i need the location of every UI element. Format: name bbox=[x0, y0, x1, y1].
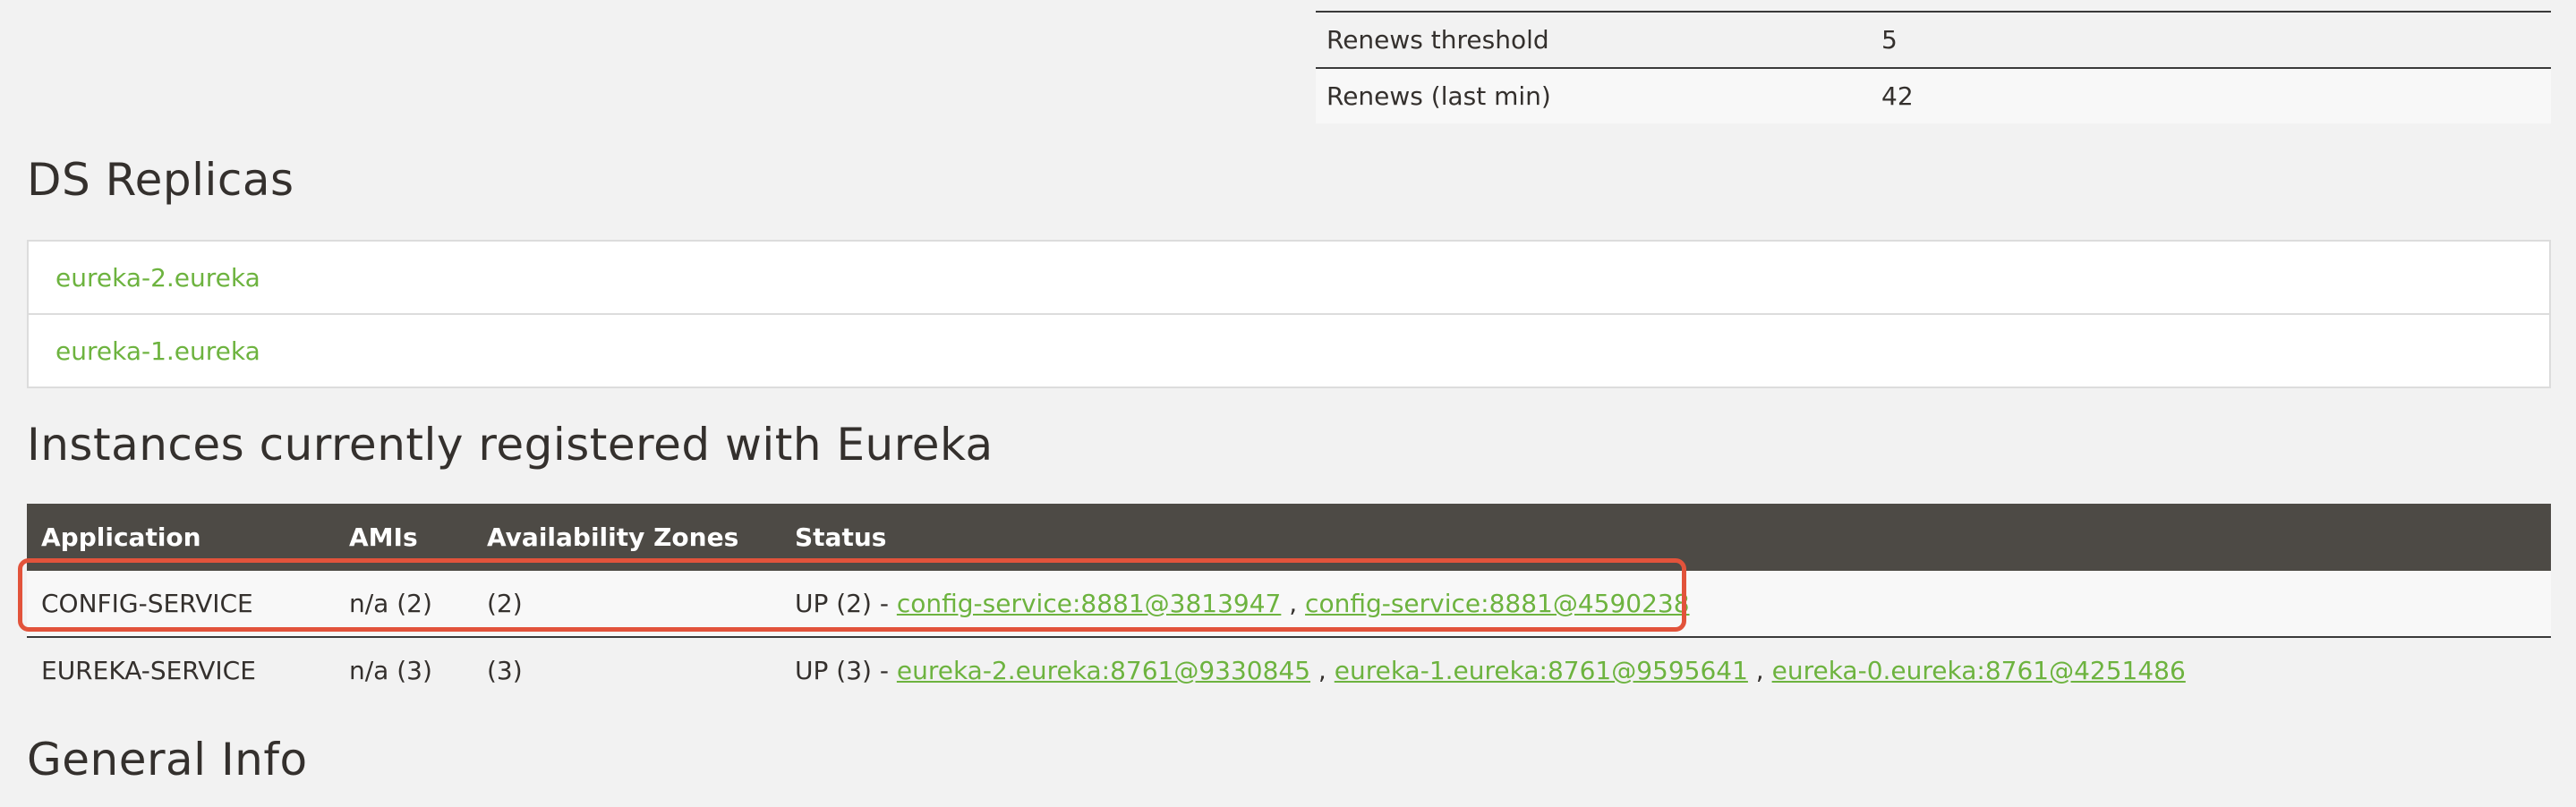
status-text: UP (2) - bbox=[795, 589, 897, 618]
ds-replicas-list: eureka-2.eureka eureka-1.eureka bbox=[27, 240, 2551, 388]
stats-row-renews-threshold: Renews threshold 5 bbox=[1316, 11, 2551, 67]
application-name: CONFIG-SERVICE bbox=[41, 589, 253, 618]
table-row: CONFIG-SERVICE n/a (2) (2) UP (2) - conf… bbox=[27, 571, 2551, 638]
zones-cell: (2) bbox=[487, 589, 523, 618]
table-header: Application AMIs Availability Zones Stat… bbox=[27, 504, 2551, 571]
application-name: EUREKA-SERVICE bbox=[41, 656, 256, 685]
amis-cell: n/a (3) bbox=[349, 656, 432, 685]
link-separator: , bbox=[1747, 656, 1772, 685]
instance-link[interactable]: eureka-0.eureka:8761@4251486 bbox=[1772, 656, 2186, 685]
instances-heading: Instances currently registered with Eure… bbox=[27, 419, 994, 471]
instance-link[interactable]: eureka-1.eureka:8761@9595641 bbox=[1335, 656, 1748, 685]
amis-cell: n/a (2) bbox=[349, 589, 432, 618]
replica-link[interactable]: eureka-1.eureka bbox=[29, 313, 2549, 387]
link-separator: , bbox=[1310, 656, 1335, 685]
stats-label: Renews (last min) bbox=[1326, 81, 1551, 111]
zones-cell: (3) bbox=[487, 656, 523, 685]
status-cell: UP (2) - config-service:8881@3813947 , c… bbox=[795, 589, 2551, 618]
column-header-zones: Availability Zones bbox=[487, 522, 739, 552]
stats-row-renews-last-min: Renews (last min) 42 bbox=[1316, 67, 2551, 123]
stats-table: Renews threshold 5 Renews (last min) 42 bbox=[1316, 11, 2551, 123]
column-header-application: Application bbox=[41, 522, 201, 552]
replica-link[interactable]: eureka-2.eureka bbox=[29, 242, 2549, 313]
column-header-status: Status bbox=[795, 522, 887, 552]
general-info-heading: General Info bbox=[27, 734, 308, 786]
ds-replicas-heading: DS Replicas bbox=[27, 154, 294, 206]
column-header-amis: AMIs bbox=[349, 522, 418, 552]
status-cell: UP (3) - eureka-2.eureka:8761@9330845 , … bbox=[795, 656, 2551, 685]
stats-label: Renews threshold bbox=[1326, 25, 1549, 55]
instance-link[interactable]: eureka-2.eureka:8761@9330845 bbox=[897, 656, 1310, 685]
link-separator: , bbox=[1281, 589, 1306, 618]
stats-value: 42 bbox=[1881, 81, 1914, 111]
stats-value: 5 bbox=[1881, 25, 1898, 55]
instances-table: Application AMIs Availability Zones Stat… bbox=[27, 504, 2551, 703]
instance-link[interactable]: config-service:8881@3813947 bbox=[897, 589, 1281, 618]
instance-link[interactable]: config-service:8881@4590238 bbox=[1305, 589, 1689, 618]
table-row: EUREKA-SERVICE n/a (3) (3) UP (3) - eure… bbox=[27, 638, 2551, 703]
status-text: UP (3) - bbox=[795, 656, 897, 685]
